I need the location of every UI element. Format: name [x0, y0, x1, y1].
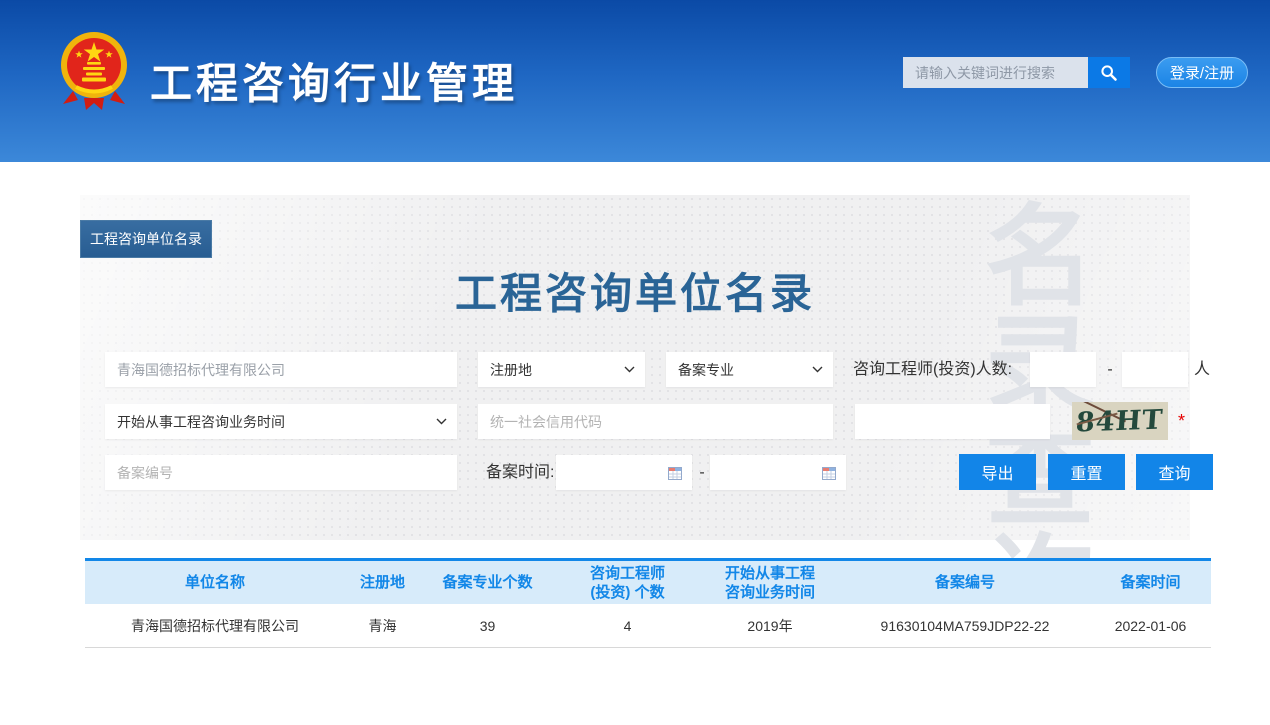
page: 工程咨询行业管理 登录/注册 名录 查询 工程咨询单位名录 工程咨询单位名录 注… — [0, 0, 1270, 725]
chevron-down-icon — [812, 366, 823, 373]
column-header: 单位名称 — [85, 561, 345, 604]
captcha-input[interactable] — [855, 404, 1050, 439]
engineer-range-dash: - — [1102, 352, 1118, 387]
calendar-icon — [668, 466, 682, 480]
engineer-count-label: 咨询工程师(投资)人数: — [853, 352, 1012, 387]
table-header-row: 单位名称注册地备案专业个数咨询工程师 (投资) 个数开始从事工程 咨询业务时间备… — [85, 558, 1211, 604]
column-header: 备案编号 — [840, 561, 1090, 604]
tab-directory[interactable]: 工程咨询单位名录 — [80, 220, 212, 258]
company-input[interactable] — [105, 352, 457, 387]
start-time-select-value: 开始从事工程咨询业务时间 — [117, 412, 285, 432]
specialty-select-value: 备案专业 — [678, 360, 734, 380]
login-register-button[interactable]: 登录/注册 — [1156, 57, 1248, 88]
search-button[interactable] — [1088, 57, 1130, 88]
engineer-min-input[interactable] — [1030, 352, 1096, 387]
captcha-image[interactable]: 84HT — [1072, 402, 1168, 440]
record-time-label: 备案时间: — [486, 455, 554, 490]
chevron-down-icon — [436, 418, 447, 425]
column-header: 备案时间 — [1090, 561, 1211, 604]
table-cell: 4 — [555, 604, 700, 647]
table-cell: 青海国德招标代理有限公司 — [85, 604, 345, 647]
region-select-value: 注册地 — [490, 360, 532, 380]
chevron-down-icon — [624, 366, 635, 373]
calendar-icon — [822, 466, 836, 480]
column-header: 备案专业个数 — [420, 561, 555, 604]
column-header: 开始从事工程 咨询业务时间 — [700, 561, 840, 604]
credit-code-input[interactable] — [478, 404, 833, 439]
national-emblem-icon — [58, 27, 130, 113]
table-cell: 39 — [420, 604, 555, 647]
table-cell: 91630104MA759JDP22-22 — [840, 604, 1090, 647]
table-cell: 2019年 — [700, 604, 840, 647]
table-body: 青海国德招标代理有限公司青海3942019年91630104MA759JDP22… — [85, 604, 1211, 648]
results-table: 单位名称注册地备案专业个数咨询工程师 (投资) 个数开始从事工程 咨询业务时间备… — [85, 558, 1211, 648]
reset-button[interactable]: 重置 — [1048, 454, 1125, 490]
record-no-input[interactable] — [105, 455, 457, 490]
record-date-start[interactable] — [556, 455, 692, 490]
panel-title: 工程咨询单位名录 — [80, 260, 1190, 321]
captcha-required-mark: * — [1178, 404, 1185, 439]
table-row: 青海国德招标代理有限公司青海3942019年91630104MA759JDP22… — [85, 604, 1211, 648]
site-header: 工程咨询行业管理 登录/注册 — [0, 0, 1270, 162]
region-select[interactable]: 注册地 — [478, 352, 645, 387]
table-cell: 青海 — [345, 604, 420, 647]
query-button[interactable]: 查询 — [1136, 454, 1213, 490]
engineer-max-input[interactable] — [1122, 352, 1188, 387]
export-button[interactable]: 导出 — [959, 454, 1036, 490]
person-unit-label: 人 — [1194, 352, 1210, 387]
keyword-search-input[interactable] — [903, 57, 1088, 88]
captcha-code: 84HT — [1075, 404, 1165, 438]
specialty-select[interactable]: 备案专业 — [666, 352, 833, 387]
record-date-dash: - — [697, 455, 707, 490]
column-header: 注册地 — [345, 561, 420, 604]
search-icon — [1100, 64, 1118, 82]
header-search-bar — [903, 57, 1130, 88]
record-date-end[interactable] — [710, 455, 846, 490]
site-title: 工程咨询行业管理 — [150, 50, 518, 111]
column-header: 咨询工程师 (投资) 个数 — [555, 561, 700, 604]
start-time-select[interactable]: 开始从事工程咨询业务时间 — [105, 404, 457, 439]
table-cell: 2022-01-06 — [1090, 604, 1211, 647]
